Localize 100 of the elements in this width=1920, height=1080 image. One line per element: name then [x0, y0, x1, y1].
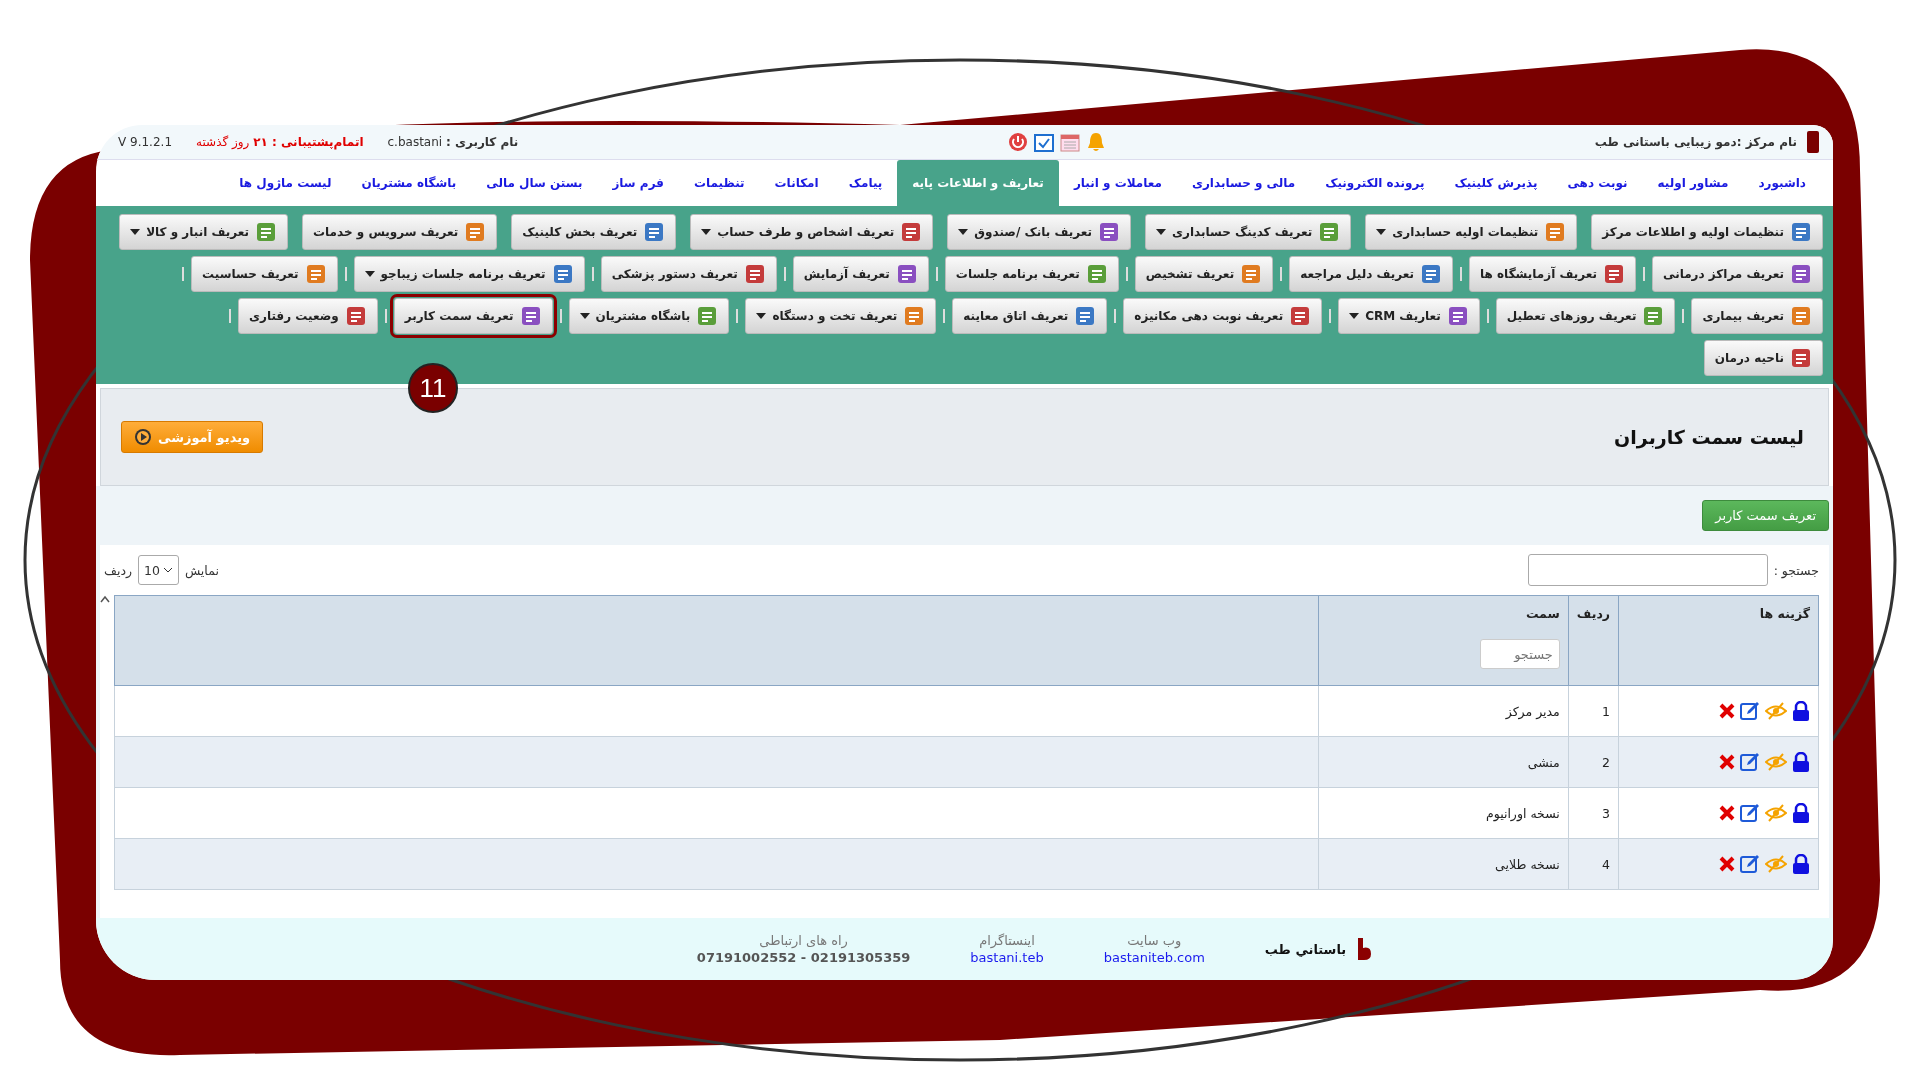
square-icon [1790, 221, 1812, 243]
footer-link[interactable]: bastaniteb.com [1103, 950, 1205, 965]
toolbar-button[interactable]: تعریف تخت و دستگاه [745, 298, 937, 334]
lock-icon[interactable] [1792, 701, 1810, 721]
square-icon [895, 263, 918, 285]
edit-icon[interactable] [1740, 701, 1760, 721]
toolbar-button[interactable]: تعریف انبار و کالا [119, 214, 288, 250]
toolbar-button[interactable]: تعریف بخش کلینیک [511, 214, 677, 250]
edit-icon[interactable] [1740, 752, 1760, 772]
toolbar-button[interactable]: تعریف مراکز درمانی [1652, 256, 1823, 292]
nav-tab[interactable]: داشبورد [1743, 160, 1821, 206]
lock-icon[interactable] [1792, 752, 1810, 772]
delete-icon[interactable] [1719, 805, 1735, 821]
nav-tab[interactable]: پیامک [833, 160, 898, 206]
square-icon [1085, 263, 1108, 285]
search-field[interactable] [1527, 554, 1768, 586]
toolbar-button[interactable]: تعریف روزهای تعطیل [1495, 298, 1676, 334]
support-status: اتمام‌پشتیبانی : ۲۱ روز گذشته [196, 135, 364, 149]
square-icon [1603, 263, 1625, 285]
nav-tab[interactable]: مشاور اولیه [1642, 160, 1744, 206]
square-icon [743, 263, 766, 285]
table-cell: 4 [1568, 838, 1619, 890]
square-icon [344, 305, 367, 327]
square-icon [1790, 263, 1812, 285]
chevron-icon [162, 567, 173, 573]
toolbar-button[interactable]: تعریف آزمایش [792, 256, 929, 292]
toolbar-button[interactable]: ناحیه درمان [1703, 340, 1823, 376]
phone-numbers: 07191002552 - 02191305359 [696, 950, 911, 965]
brand-name: باستاني طب [1264, 941, 1347, 957]
lock-icon[interactable] [1792, 854, 1810, 874]
square-icon [304, 263, 327, 285]
toolbar-button[interactable]: تنظیمات اولیه و اطلاعات مرکز [1591, 214, 1823, 250]
column-header: سمت [1525, 606, 1560, 621]
square-icon [643, 221, 666, 243]
edit-icon[interactable] [1740, 803, 1760, 823]
filter-field[interactable]: جستجو [1479, 639, 1560, 669]
table-cell: مدیر مرکز [1318, 685, 1569, 737]
scroll-up-icon[interactable] [100, 595, 110, 603]
table-cell: 2 [1568, 736, 1619, 788]
toolbar-button[interactable]: تعریف دلیل مراجعه [1289, 256, 1454, 292]
nav-tab[interactable]: باشگاه مشتریان [346, 160, 472, 206]
toolbar-button[interactable]: تعریف بانک /صندوق [947, 214, 1131, 250]
toolbar-button[interactable]: تعریف سرویس و خدمات [302, 214, 498, 250]
toolbar-button[interactable]: تعریف آزمایشگاه ها [1469, 256, 1636, 292]
toolbar-button[interactable]: تعریف بیماری [1691, 298, 1823, 334]
square-icon [1544, 221, 1567, 243]
square-icon [1790, 347, 1812, 369]
footer-link[interactable]: bastani.teb [970, 950, 1044, 965]
toolbar-button[interactable]: تعریف دستور پزشکی [600, 256, 777, 292]
toolbar-button[interactable]: تعریف تشخیص [1134, 256, 1274, 292]
toolbar-button[interactable]: تعریف اتاق معاینه [952, 298, 1108, 334]
nav-tab[interactable]: تنظیمات [678, 160, 760, 206]
edit-icon[interactable] [1740, 854, 1760, 874]
nav-tab[interactable]: پذیرش کلینیک [1439, 160, 1553, 206]
square-icon [519, 305, 542, 327]
square-icon [1446, 305, 1469, 327]
nav-tab[interactable]: مالی و حسابداری [1176, 160, 1311, 206]
table-cell: منشی [1318, 736, 1569, 788]
nav-tab[interactable]: نوبت دهی [1552, 160, 1643, 206]
toolbar-button[interactable]: تعریف اشخاص و طرف حساب [690, 214, 934, 250]
toolbar-button[interactable]: تعریف برنامه جلسات زیباجو [353, 256, 585, 292]
lock-icon[interactable] [1792, 803, 1810, 823]
square-icon [1318, 221, 1341, 243]
nav-tab[interactable]: بستن سال مالی [471, 160, 598, 206]
table-cell: نسخه اورانیوم [1318, 787, 1569, 839]
nav-tab[interactable]: امکانات [759, 160, 834, 206]
delete-icon[interactable] [1719, 703, 1735, 719]
column-header: گزینه ها [1618, 595, 1819, 686]
page-title: لیست سمت کاربران [1614, 426, 1804, 448]
toolbar-button[interactable]: تعریف نوبت دهی مکانیزه [1123, 298, 1323, 334]
table-cell: نسخه طلایی [1318, 838, 1569, 890]
square-icon [255, 221, 277, 243]
square-icon [551, 263, 574, 285]
square-icon [696, 305, 719, 327]
nav-tab[interactable]: فرم ساز [597, 160, 679, 206]
toolbar-button[interactable]: تعریف کدینگ حسابداری [1144, 214, 1352, 250]
table-cell: 1 [1568, 685, 1619, 737]
toolbar-button[interactable]: تعاریف CRM [1338, 298, 1480, 334]
square-icon [1420, 263, 1443, 285]
toolbar-button[interactable]: تنظیمات اولیه حسابداری [1365, 214, 1578, 250]
play-icon [134, 428, 152, 446]
square-icon [903, 305, 926, 327]
delete-icon[interactable] [1719, 856, 1735, 872]
calendar-check-icon[interactable] [1033, 132, 1054, 152]
footer-label: اینستاگرام [979, 933, 1035, 948]
toolbar-button[interactable]: تعریف برنامه جلسات [944, 256, 1119, 292]
toolbar-button[interactable]: باشگاه مشتریان [568, 298, 730, 334]
nav-tab[interactable]: پرونده الکترونیک [1310, 160, 1440, 206]
footer-label: وب سایت [1127, 933, 1182, 948]
toolbar-button[interactable]: تعریف حساسیت [191, 256, 338, 292]
center-name: نام مرکز :دمو زیبایی باستانی طب [1594, 135, 1797, 149]
version-label: V 9.1.2.1 [118, 135, 173, 149]
square-icon [1074, 305, 1097, 327]
nav-tab[interactable]: لیست ماژول ها [224, 160, 347, 206]
nav-tab[interactable]: معاملات و انبار [1058, 160, 1177, 206]
delete-icon[interactable] [1719, 754, 1735, 770]
power-icon[interactable] [1007, 132, 1028, 152]
calendar-icon[interactable] [1059, 132, 1080, 152]
toolbar-button[interactable]: وضعیت رفتاری [238, 298, 378, 334]
page-size-select[interactable]: 10 [138, 555, 179, 585]
